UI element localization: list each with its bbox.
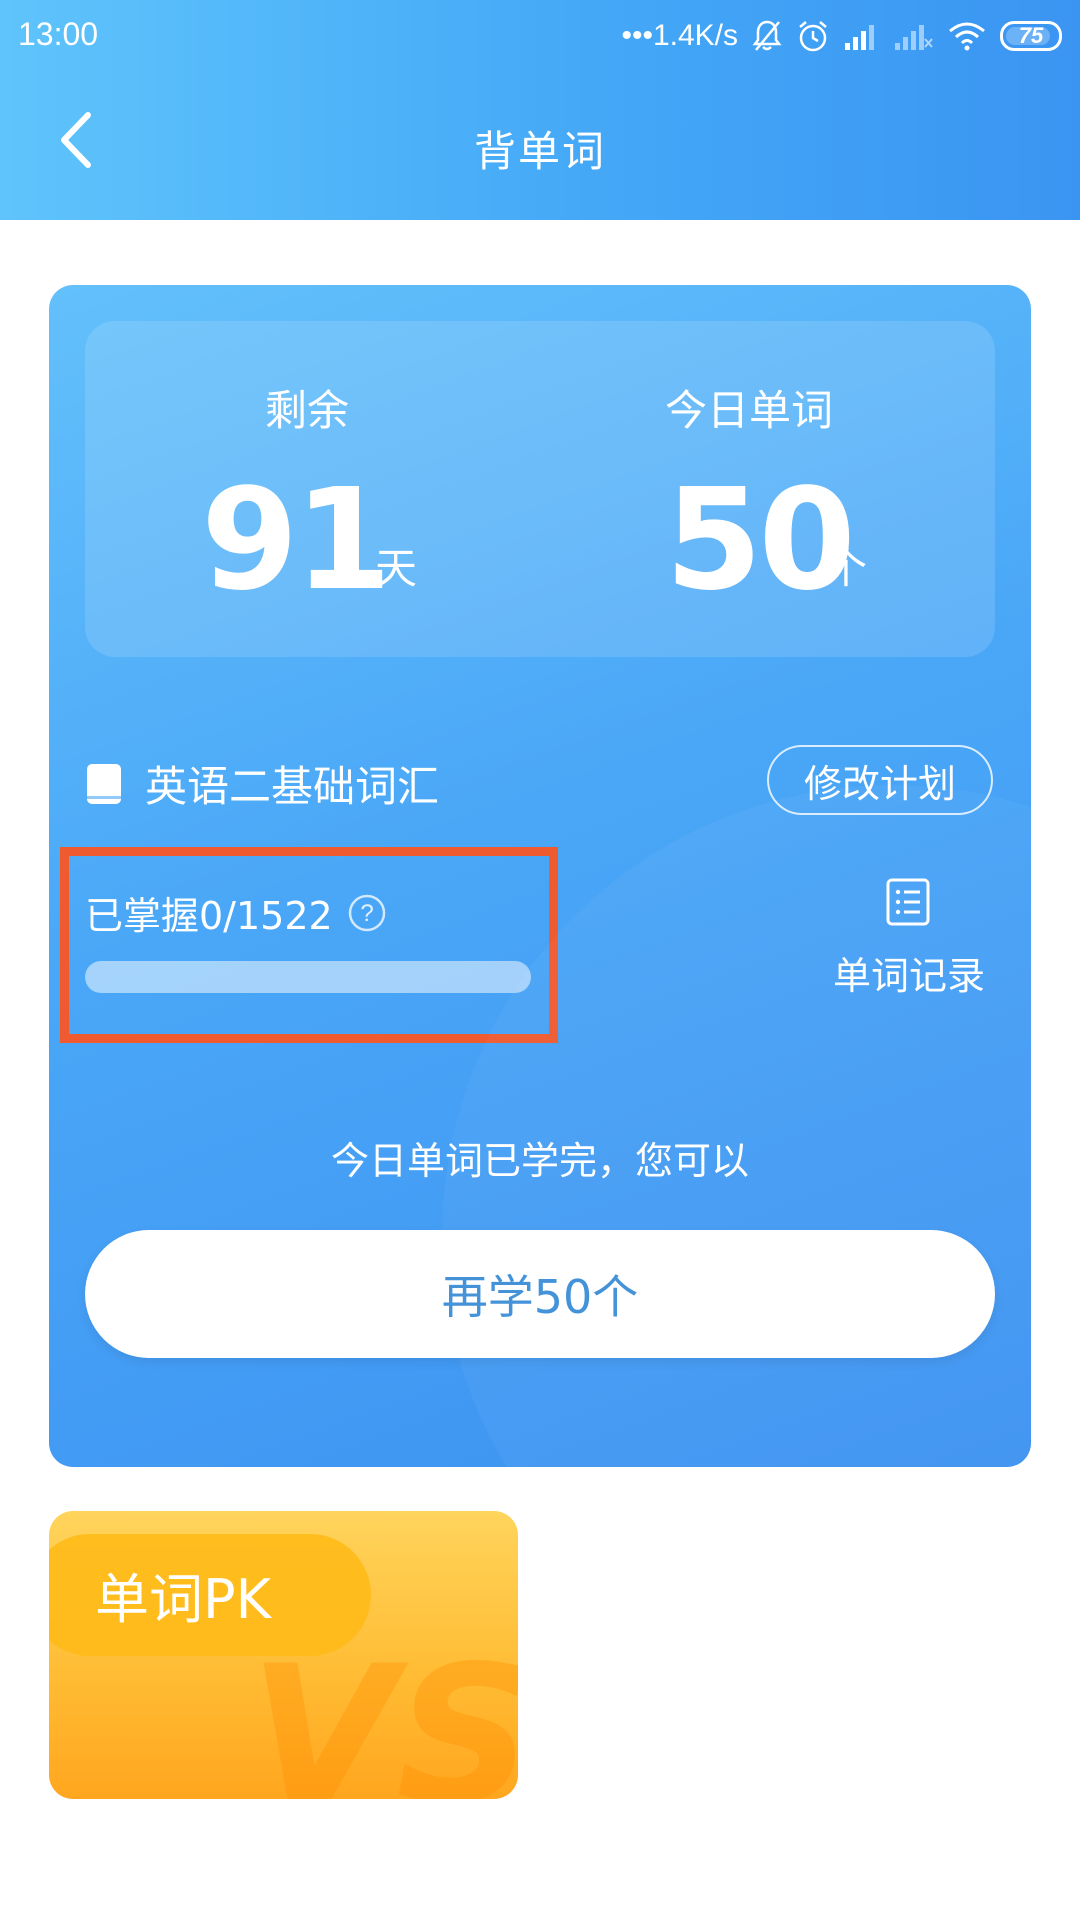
study-plan-card: 剩余 91 天 今日单词 50 个 英语二基础词汇 修改计划 已掌握0/1522… xyxy=(49,285,1031,1467)
mastered-progress: 已掌握0/1522 ? xyxy=(85,885,387,940)
mastery-progress-bar xyxy=(85,961,531,993)
word-record-button[interactable]: 单词记录 xyxy=(819,877,999,998)
status-bar: 13:00 •••1.4K/s 75 xyxy=(0,0,1080,72)
svg-text:?: ? xyxy=(360,900,373,927)
battery-icon: 75 xyxy=(1000,21,1062,51)
mastered-count-text: 已掌握0/1522 xyxy=(85,894,333,938)
page-title: 背单词 xyxy=(473,127,606,176)
vocab-book-name: 英语二基础词汇 xyxy=(145,762,440,811)
signal-icon xyxy=(845,25,874,50)
stats-panel: 剩余 91 天 今日单词 50 个 xyxy=(85,321,995,657)
app-header: 13:00 •••1.4K/s 75 背单词 xyxy=(0,0,1080,220)
wifi-icon xyxy=(949,22,985,51)
status-icons: •••1.4K/s 75 xyxy=(621,14,1062,58)
remaining-label: 剩余 xyxy=(265,386,350,435)
today-words-unit: 个 xyxy=(825,544,868,593)
list-icon xyxy=(886,878,930,926)
battery-level: 75 xyxy=(1018,23,1044,48)
bell-muted-icon xyxy=(752,20,782,51)
book-icon xyxy=(87,764,121,804)
remaining-unit: 天 xyxy=(375,544,418,593)
today-words-label: 今日单词 xyxy=(665,386,834,435)
vs-icon: VS xyxy=(249,1651,518,1799)
question-circle-icon[interactable]: ? xyxy=(347,893,387,933)
word-record-label: 单词记录 xyxy=(832,954,985,998)
completion-message: 今日单词已学完，您可以 xyxy=(330,1139,749,1183)
network-speed: •••1.4K/s xyxy=(621,19,738,52)
today-words-value: 50 xyxy=(665,459,856,622)
edit-plan-button[interactable]: 修改计划 xyxy=(767,745,993,815)
pk-label: 单词PK xyxy=(95,1568,271,1631)
alarm-icon xyxy=(799,21,827,52)
learn-more-button[interactable]: 再学50个 xyxy=(85,1230,995,1358)
word-pk-card[interactable]: 单词PK VS xyxy=(49,1511,518,1799)
highlight-annotation xyxy=(60,847,558,1043)
signal-weak-icon xyxy=(895,25,933,50)
remaining-days-value: 91 xyxy=(201,459,392,622)
status-time: 13:00 xyxy=(18,16,99,52)
svg-text:VS: VS xyxy=(249,1651,518,1799)
